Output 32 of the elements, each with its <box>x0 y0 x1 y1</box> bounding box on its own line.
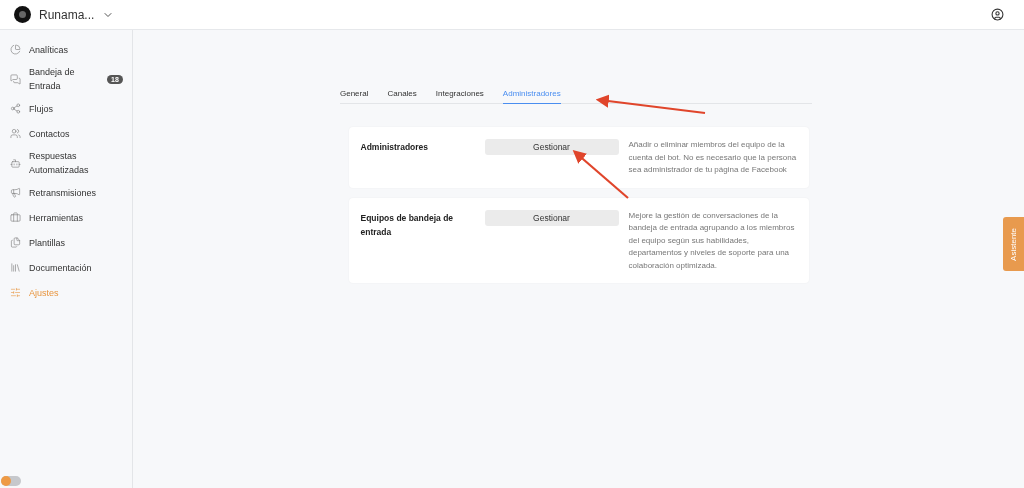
sidebar-item[interactable]: Flujos <box>0 96 132 121</box>
sidebar-item[interactable]: Respuestas Automatizadas <box>0 146 132 180</box>
sidebar-item[interactable]: Analíticas <box>0 37 132 62</box>
sidebar-item[interactable]: Documentación <box>0 255 132 280</box>
sliders-icon <box>10 287 21 298</box>
chat-bubbles-icon <box>10 73 21 85</box>
card-title: Equipos de bandeja de entrada <box>360 211 455 239</box>
flow-icon <box>10 103 21 114</box>
theme-toggle[interactable] <box>1 476 21 486</box>
workspace-logo <box>14 6 31 23</box>
pie-chart-icon <box>10 44 21 55</box>
tab[interactable]: General <box>340 87 369 104</box>
users-icon <box>10 128 21 139</box>
sidebar-item[interactable]: Retransmisiones <box>0 180 132 205</box>
tab[interactable]: Integraciones <box>435 87 484 104</box>
card-description: Mejore la gestión de conversaciones de la bandeja de entrada agrupando a los miembros del equipo según sus habilidades, departamentos y niveles de soporte para una colaboración optimizada. <box>628 209 796 272</box>
sidebar-item[interactable]: Contactos <box>0 121 132 146</box>
briefcase-icon <box>10 212 21 223</box>
books-icon <box>10 262 21 273</box>
sidebar-item[interactable]: Herramientas <box>0 205 132 230</box>
sidebar-item[interactable]: Plantillas <box>0 230 132 255</box>
manage-button[interactable]: Gestionar <box>484 209 619 226</box>
user-icon[interactable] <box>991 8 1004 21</box>
card-title: Administradores <box>360 141 430 154</box>
annotation-arrow <box>572 150 629 199</box>
files-icon <box>10 237 21 248</box>
manage-button[interactable]: Gestionar <box>484 139 619 155</box>
tab[interactable]: Canales <box>387 87 417 104</box>
bot-icon <box>10 157 21 169</box>
card-description: Añadir o eliminar miembros del equipo de la cuenta del bot. No es necesario que la persona sea administrador de tu página de Facebook <box>628 139 797 176</box>
megaphone-icon <box>10 187 21 198</box>
workspace-name[interactable]: Runama... <box>39 7 95 22</box>
